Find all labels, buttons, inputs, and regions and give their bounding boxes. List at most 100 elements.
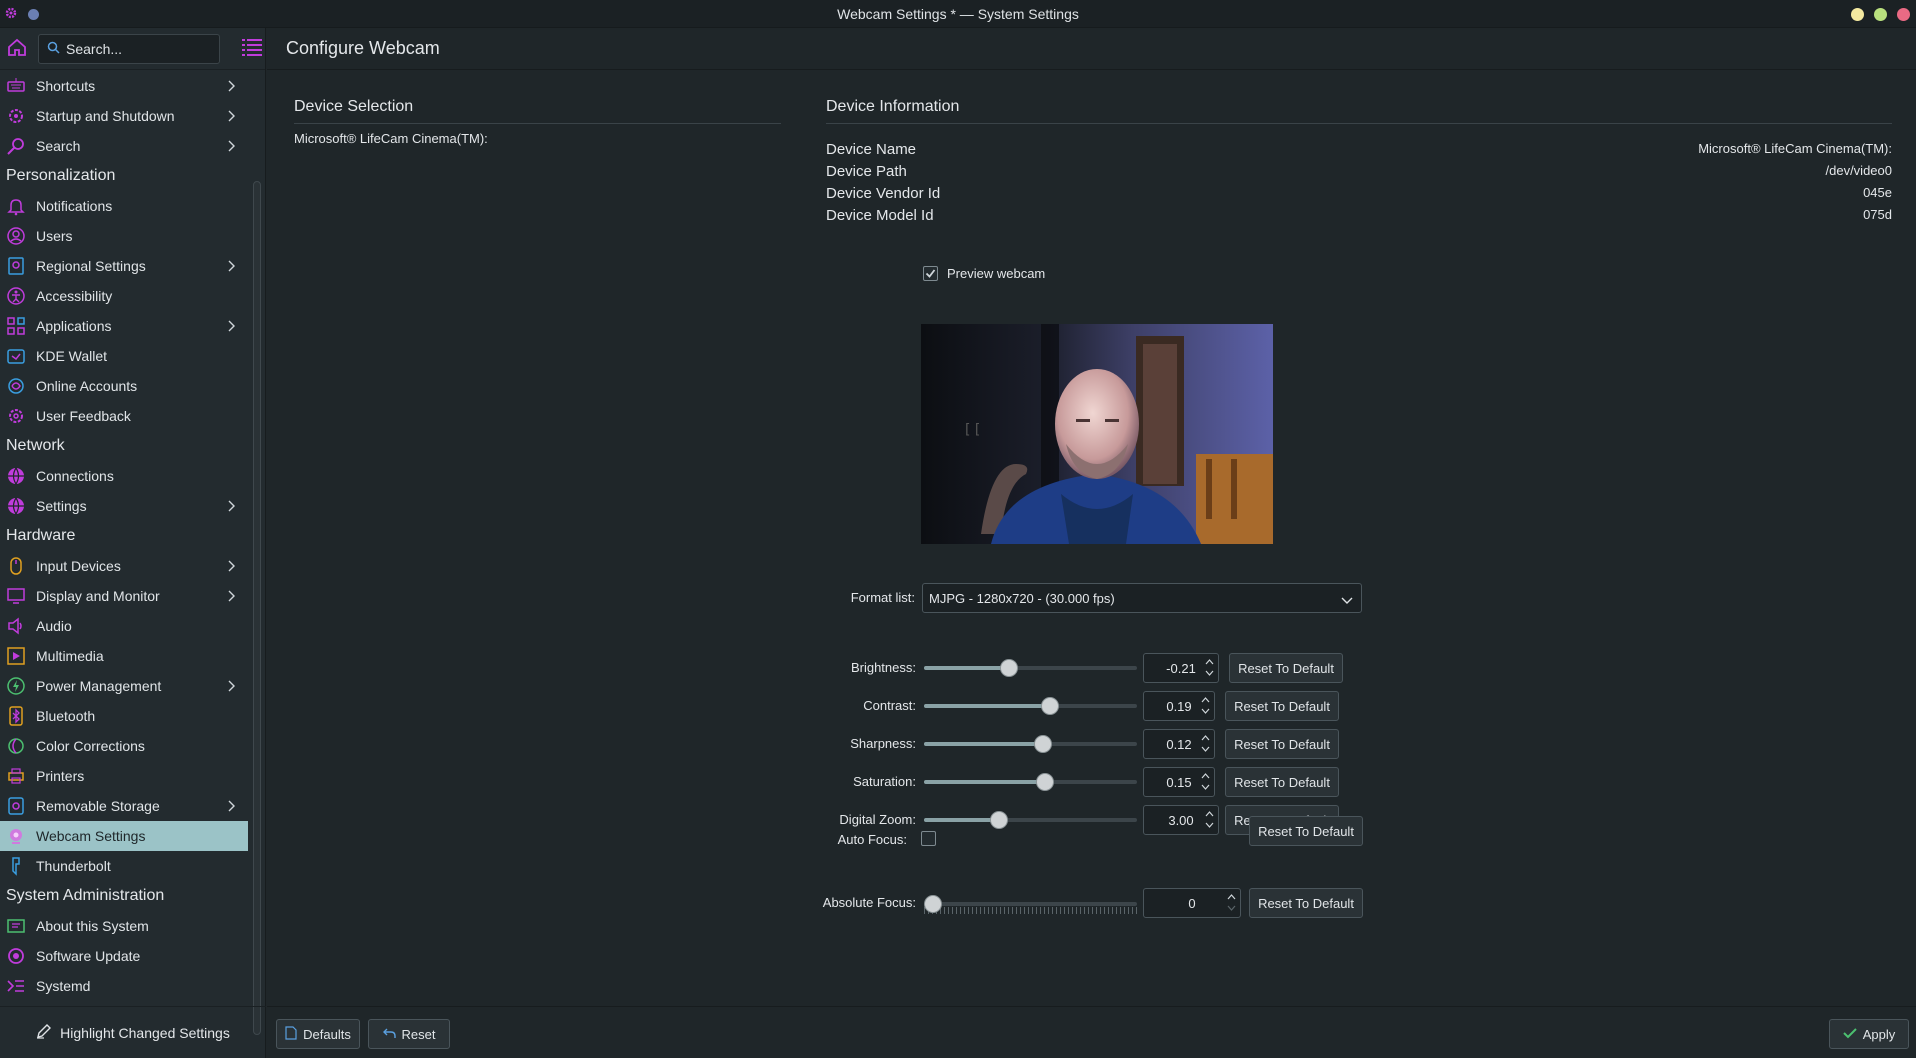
spin-arrows-icon[interactable]: [1205, 658, 1214, 677]
sidebar-item-webcam-settings[interactable]: Webcam Settings: [0, 821, 248, 851]
sidebar-item-label: Users: [36, 228, 73, 244]
contrast-reset-button[interactable]: Reset To Default: [1225, 691, 1339, 721]
sidebar-item-settings[interactable]: Settings: [0, 491, 248, 521]
sidebar-item-multimedia[interactable]: Multimedia: [0, 641, 248, 671]
highlight-changed-button[interactable]: Highlight Changed Settings: [0, 1006, 266, 1058]
sidebar-item-label: Printers: [36, 768, 85, 784]
device-selection-divider: [294, 123, 781, 124]
preview-webcam-checkbox[interactable]: [923, 266, 938, 281]
sidebar-item-about-this-system[interactable]: About this System: [0, 911, 248, 941]
defaults-label: Defaults: [303, 1026, 351, 1042]
device-info-row: Device Model Id 075d: [826, 207, 1892, 224]
brightness-slider-fill: [924, 666, 1009, 670]
sidebar-item-systemd[interactable]: Systemd: [0, 971, 248, 1001]
spin-arrows-icon[interactable]: [1201, 696, 1210, 715]
brightness-spinbox[interactable]: -0.21: [1143, 653, 1219, 683]
sidebar-item-display-and-monitor[interactable]: Display and Monitor: [0, 581, 248, 611]
sidebar-item-accessibility[interactable]: Accessibility: [0, 281, 248, 311]
auto-focus-reset-button[interactable]: Reset To Default: [1249, 816, 1363, 846]
absolute-focus-spinbox[interactable]: 0: [1143, 888, 1241, 918]
window-title: Webcam Settings * — System Settings: [837, 5, 1079, 22]
sidebar-item-printers[interactable]: Printers: [0, 761, 248, 791]
absolute-focus-slider[interactable]: [924, 894, 1137, 914]
sidebar-item-label: Shortcuts: [36, 78, 96, 94]
sidebar-item-bluetooth[interactable]: Bluetooth: [0, 701, 248, 731]
sidebar-item-regional-settings[interactable]: Regional Settings: [0, 251, 248, 281]
saturation-slider-knob[interactable]: [1036, 773, 1054, 791]
sidebar-item-input-devices[interactable]: Input Devices: [0, 551, 248, 581]
saturation-reset-button[interactable]: Reset To Default: [1225, 767, 1339, 797]
pin-dot-icon[interactable]: [28, 9, 39, 20]
chevron-right-icon: [228, 499, 236, 515]
search-icon: [47, 41, 60, 57]
sidebar-item-applications[interactable]: Applications: [0, 311, 248, 341]
absolute-focus-reset-button[interactable]: Reset To Default: [1249, 888, 1363, 918]
defaults-button[interactable]: Defaults: [276, 1019, 360, 1049]
sidebar-item-users[interactable]: Users: [0, 221, 248, 251]
digital-zoom-spinbox[interactable]: 3.00: [1143, 805, 1219, 835]
sidebar-item-shortcuts[interactable]: Shortcuts: [0, 71, 248, 101]
sharpness-spinbox[interactable]: 0.12: [1143, 729, 1215, 759]
maximize-button[interactable]: [1874, 8, 1887, 21]
brightness-reset-button[interactable]: Reset To Default: [1229, 653, 1343, 683]
sidebar-category: Hardware: [6, 527, 76, 544]
sidebar-item-removable-storage[interactable]: Removable Storage: [0, 791, 248, 821]
app-gear-icon[interactable]: [4, 6, 18, 23]
sidebar-item-power-management[interactable]: Power Management: [0, 671, 248, 701]
minimize-button[interactable]: [1851, 8, 1864, 21]
preview-webcam-toggle[interactable]: Preview webcam: [923, 266, 1045, 281]
spin-arrows-icon[interactable]: [1201, 772, 1210, 791]
spin-arrows-icon[interactable]: [1201, 734, 1210, 753]
sidebar-scrollbar[interactable]: [253, 181, 261, 1035]
sidebar-item-startup-and-shutdown[interactable]: Startup and Shutdown: [0, 101, 248, 131]
contrast-slider-knob[interactable]: [1041, 697, 1059, 715]
brightness-slider-knob[interactable]: [1000, 659, 1018, 677]
sidebar-item-user-feedback[interactable]: User Feedback: [0, 401, 248, 431]
sidebar-item-thunderbolt[interactable]: Thunderbolt: [0, 851, 248, 881]
sidebar-item-notifications[interactable]: Notifications: [0, 191, 248, 221]
format-list-dropdown[interactable]: MJPG - 1280x720 - (30.000 fps): [922, 583, 1362, 613]
sidebar-item-connections[interactable]: Connections: [0, 461, 248, 491]
sidebar-item-audio[interactable]: Audio: [0, 611, 248, 641]
contrast-spinbox[interactable]: 0.19: [1143, 691, 1215, 721]
bottom-action-bar: Defaults Reset Apply: [267, 1006, 1916, 1058]
sharpness-reset-button[interactable]: Reset To Default: [1225, 729, 1339, 759]
absolute-focus-slider-knob[interactable]: [924, 895, 942, 913]
apply-button[interactable]: Apply: [1829, 1019, 1909, 1049]
saturation-slider[interactable]: [924, 772, 1137, 792]
apply-label: Apply: [1862, 1026, 1896, 1042]
spin-arrows-icon[interactable]: [1205, 810, 1214, 829]
search-input[interactable]: [66, 40, 206, 57]
digital-zoom-slider[interactable]: [924, 810, 1137, 830]
spin-arrows-icon[interactable]: [1227, 893, 1236, 912]
close-button[interactable]: [1897, 8, 1910, 21]
highlight-pen-icon: [36, 1023, 52, 1042]
auto-focus-checkbox[interactable]: [921, 831, 936, 846]
sidebar-item-software-update[interactable]: Software Update: [0, 941, 248, 971]
absolute-focus-slider-ticks: [924, 907, 1137, 914]
sidebar-item-kde-wallet[interactable]: KDE Wallet: [0, 341, 248, 371]
contrast-slider[interactable]: [924, 696, 1137, 716]
reset-button[interactable]: Reset: [368, 1019, 450, 1049]
home-icon[interactable]: [6, 36, 28, 61]
sidebar-item-online-accounts[interactable]: Online Accounts: [0, 371, 248, 401]
digital-zoom-slider-fill: [924, 818, 999, 822]
device-list-item[interactable]: Microsoft® LifeCam Cinema(TM):: [294, 131, 488, 146]
webcam-icon: [6, 826, 26, 846]
device-info-value: 075d: [1863, 207, 1892, 222]
chevron-right-icon: [228, 79, 236, 95]
device-information-divider: [826, 123, 1892, 124]
brightness-slider[interactable]: [924, 658, 1137, 678]
sharpness-slider[interactable]: [924, 734, 1137, 754]
saturation-spinbox[interactable]: 0.15: [1143, 767, 1215, 797]
format-list-value: MJPG - 1280x720 - (30.000 fps): [929, 590, 1115, 606]
digital-zoom-slider-knob[interactable]: [990, 811, 1008, 829]
sharpness-slider-knob[interactable]: [1034, 735, 1052, 753]
hamburger-menu-icon[interactable]: [242, 38, 262, 59]
saturation-label: Saturation:: [853, 774, 916, 789]
sidebar-item-color-corrections[interactable]: Color Corrections: [0, 731, 248, 761]
sidebar-item-search[interactable]: Search: [0, 131, 248, 161]
monitor-icon: [6, 586, 26, 606]
sidebar-header: [0, 28, 265, 70]
search-field[interactable]: [38, 33, 220, 64]
